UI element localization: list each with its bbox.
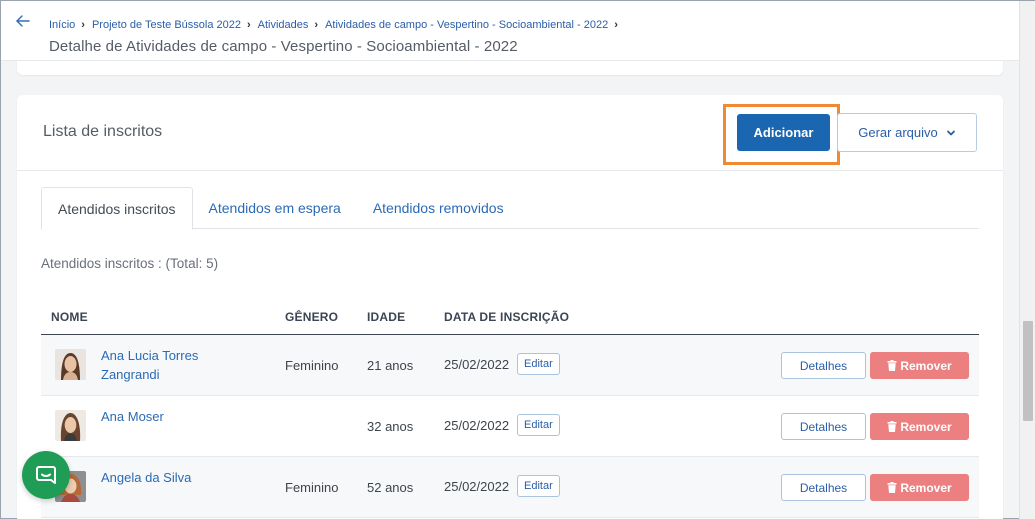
enrolled-list-card: Lista de inscritos Adicionar Gerar arqui…: [17, 95, 1003, 519]
trash-icon: [887, 482, 897, 493]
breadcrumb-item-projeto[interactable]: Projeto de Teste Bússola 2022: [92, 19, 241, 31]
page-title: Detalhe de Atividades de campo - Vespert…: [49, 38, 518, 55]
remove-button[interactable]: Remover: [870, 413, 969, 440]
details-button[interactable]: Detalhes: [781, 474, 866, 501]
card-header: Lista de inscritos Adicionar Gerar arqui…: [17, 95, 1003, 171]
remove-button[interactable]: Remover: [870, 474, 969, 501]
chat-icon: [36, 466, 56, 484]
arrow-left-icon[interactable]: [15, 13, 31, 29]
breadcrumb-separator: ›: [314, 19, 319, 31]
table-row: Ana Lucia Torres Zangrandi Feminino 21 a…: [41, 335, 979, 396]
breadcrumb-item-atividade-atual[interactable]: Atividades de campo - Vespertino - Socio…: [325, 19, 608, 31]
details-button[interactable]: Detalhes: [781, 413, 866, 440]
age-value: 52 anos: [367, 480, 414, 495]
tab-atendidos-removidos[interactable]: Atendidos removidos: [357, 187, 520, 229]
chat-button[interactable]: [22, 451, 70, 499]
attendee-name-link[interactable]: Ana Moser: [101, 407, 231, 426]
generate-file-button[interactable]: Gerar arquivo: [837, 113, 977, 152]
column-header-name: NOME: [51, 310, 88, 324]
remove-label: Remover: [900, 358, 952, 373]
age-value: 32 anos: [367, 419, 414, 434]
gender-value: Feminino: [285, 358, 339, 373]
edit-date-button[interactable]: Editar: [517, 353, 560, 375]
column-header-date: DATA DE INSCRIÇÃO: [444, 310, 570, 324]
attendee-name-link[interactable]: Angela da Silva: [101, 468, 231, 487]
page-header: Início › Projeto de Teste Bússola 2022 ›…: [1, 1, 1019, 61]
tabs: Atendidos inscritos Atendidos em espera …: [41, 187, 979, 230]
remove-label: Remover: [900, 480, 952, 495]
breadcrumb: Início › Projeto de Teste Bússola 2022 ›…: [49, 19, 625, 31]
remove-label: Remover: [900, 419, 952, 434]
enrollment-date: 25/02/2022: [444, 479, 510, 494]
details-card-bottom: [17, 61, 1003, 75]
breadcrumb-item-inicio[interactable]: Início: [49, 19, 75, 31]
card-title: Lista de inscritos: [43, 123, 163, 140]
tab-atendidos-em-espera[interactable]: Atendidos em espera: [193, 187, 357, 229]
breadcrumb-separator: ›: [246, 19, 251, 31]
tab-atendidos-inscritos[interactable]: Atendidos inscritos: [41, 187, 193, 230]
table-row: Angela da Silva Feminino 52 anos 25/02/2…: [41, 457, 979, 518]
breadcrumb-item-atividades[interactable]: Atividades: [258, 19, 309, 31]
edit-date-button[interactable]: Editar: [517, 414, 560, 436]
enrollment-date: 25/02/2022: [444, 357, 510, 372]
table-header: NOME GÊNERO IDADE DATA DE INSCRIÇÃO: [41, 300, 979, 335]
page-scrollbar[interactable]: [1019, 1, 1035, 519]
avatar: [55, 349, 86, 380]
edit-date-button[interactable]: Editar: [517, 475, 560, 497]
details-button[interactable]: Detalhes: [781, 352, 866, 379]
breadcrumb-separator: ›: [81, 19, 85, 31]
generate-file-label: Gerar arquivo: [858, 125, 938, 140]
remove-button[interactable]: Remover: [870, 352, 969, 379]
breadcrumb-separator: ›: [614, 19, 618, 31]
column-header-age: IDADE: [367, 310, 406, 324]
table-row: Ana Moser 32 anos 25/02/2022 Editar Deta…: [41, 396, 979, 457]
total-count-label: Atendidos inscritos : (Total: 5): [41, 256, 219, 271]
avatar: [55, 410, 86, 441]
enrolled-table: NOME GÊNERO IDADE DATA DE INSCRIÇÃO Ana …: [41, 300, 979, 518]
scrollbar-thumb[interactable]: [1023, 321, 1033, 421]
trash-icon: [887, 421, 897, 432]
column-header-gender: GÊNERO: [285, 310, 339, 324]
add-button[interactable]: Adicionar: [737, 114, 830, 151]
attendee-name-link[interactable]: Ana Lucia Torres Zangrandi: [101, 346, 231, 384]
chevron-down-icon: [946, 130, 955, 135]
trash-icon: [887, 360, 897, 371]
gender-value: Feminino: [285, 480, 339, 495]
age-value: 21 anos: [367, 358, 414, 373]
enrollment-date: 25/02/2022: [444, 418, 510, 433]
